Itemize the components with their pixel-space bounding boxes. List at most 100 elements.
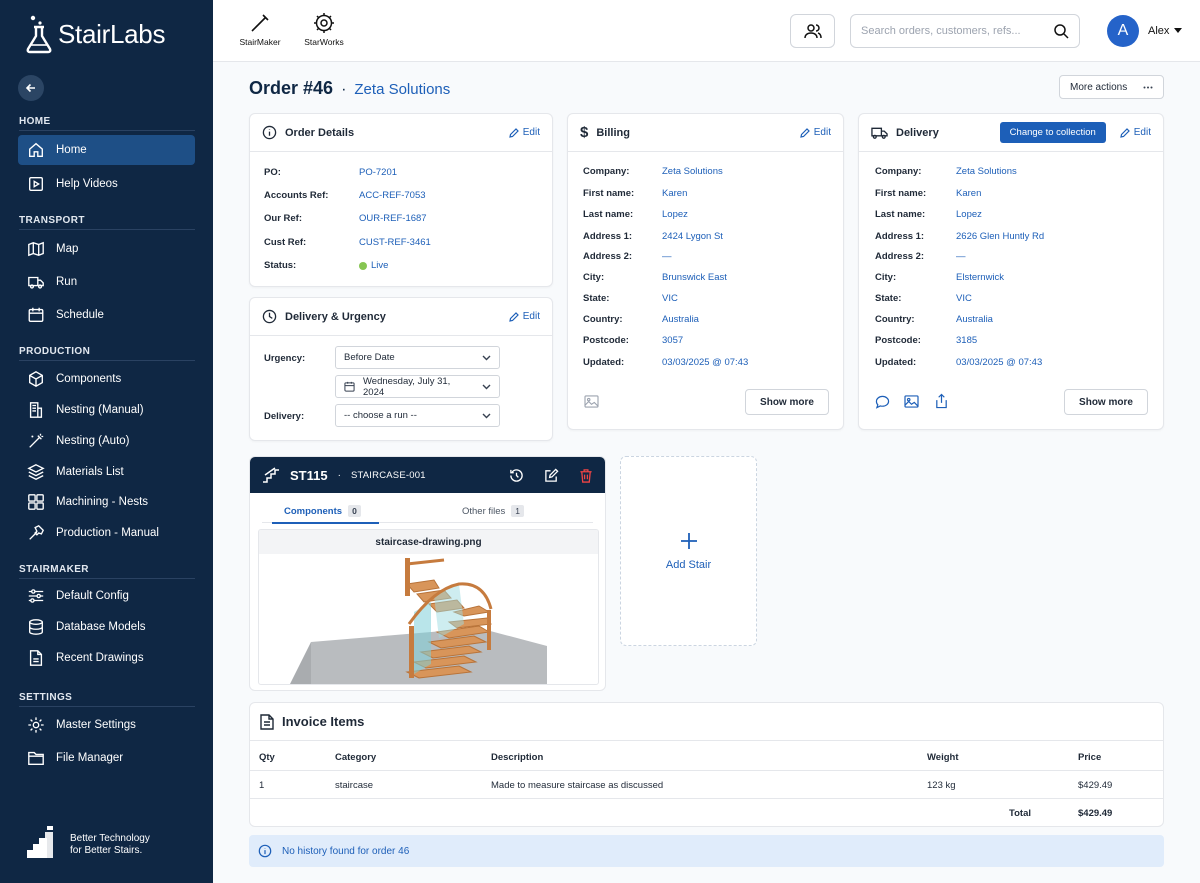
sidebar-item-components[interactable]: Components xyxy=(18,364,195,394)
image-icon[interactable] xyxy=(584,395,599,408)
sidebar-item-nesting-auto[interactable]: Nesting (Auto) xyxy=(18,426,195,456)
billing-show-more-button[interactable]: Show more xyxy=(745,389,829,415)
customers-button[interactable] xyxy=(790,14,835,48)
edit-order-details-button[interactable]: Edit xyxy=(509,127,540,138)
po-value[interactable]: PO-7201 xyxy=(359,167,397,178)
sidebar-item-master-settings[interactable]: Master Settings xyxy=(18,710,195,740)
truck-icon xyxy=(871,126,888,140)
status-text: Live xyxy=(371,260,389,271)
drawing-preview[interactable]: staircase-drawing.png xyxy=(258,529,599,685)
total-value: $429.49 xyxy=(1078,808,1113,819)
add-stair-button[interactable]: Add Stair xyxy=(620,456,757,646)
sidebar-item-production-manual[interactable]: Production - Manual xyxy=(18,518,195,548)
field-value: 2626 Glen Huntly Rd xyxy=(956,231,1045,242)
search-icon[interactable] xyxy=(1053,23,1069,39)
app-tab-label: StairMaker xyxy=(239,37,281,47)
divider xyxy=(19,706,195,707)
card-header: Invoice Items xyxy=(250,703,1163,741)
edit-billing-button[interactable]: Edit xyxy=(800,127,831,138)
sidebar-item-label: Help Videos xyxy=(56,178,118,190)
billing-card: $ Billing Edit Company: Zeta Solutions Fir… xyxy=(567,113,844,430)
chevron-down-icon xyxy=(482,355,491,361)
wand-icon xyxy=(26,431,46,451)
column-header: Qty xyxy=(259,752,275,763)
sidebar-item-schedule[interactable]: Schedule xyxy=(18,300,195,330)
history-notice: No history found for order 46 xyxy=(249,835,1164,867)
delivery-date-picker[interactable]: Wednesday, July 31, 2024 xyxy=(335,375,500,398)
sidebar-item-file-manager[interactable]: File Manager xyxy=(18,743,195,773)
edit-stair-icon[interactable] xyxy=(544,467,559,483)
tab-other-files[interactable]: Other files 1 xyxy=(462,505,525,517)
delivery-card: Delivery Change to collection Edit Compa… xyxy=(858,113,1164,430)
sidebar-item-machining-nests[interactable]: Machining - Nests xyxy=(18,487,195,517)
more-actions-button[interactable]: More actions xyxy=(1059,75,1164,99)
edit-delivery-button[interactable]: Edit xyxy=(1120,127,1151,138)
stairs-logo-icon xyxy=(27,826,55,858)
divider xyxy=(19,130,195,131)
field-label: State: xyxy=(875,293,902,304)
share-icon[interactable] xyxy=(934,393,949,409)
cust-ref-value[interactable]: CUST-REF-3461 xyxy=(359,237,431,248)
starworks-gear-icon xyxy=(313,12,335,34)
sidebar-item-recent-drawings[interactable]: Recent Drawings xyxy=(18,643,195,673)
collapse-sidebar-button[interactable] xyxy=(18,75,44,101)
field-label: City: xyxy=(875,272,897,283)
urgency-select[interactable]: Before Date xyxy=(335,346,500,369)
play-icon xyxy=(26,174,46,194)
field-label: Last name: xyxy=(583,209,634,220)
sidebar-item-nesting-manual[interactable]: Nesting (Manual) xyxy=(18,395,195,425)
database-icon xyxy=(26,617,46,637)
field-value: 3057 xyxy=(662,335,684,346)
order-details-list: PO: PO-7201 Accounts Ref: ACC-REF-7053 O… xyxy=(264,167,544,277)
pencil-icon xyxy=(509,311,519,322)
app-tab-starworks[interactable]: StarWorks xyxy=(299,12,349,47)
field-value: 3185 xyxy=(956,335,978,346)
field-value: — xyxy=(956,251,966,262)
add-stair-label: Add Stair xyxy=(665,559,712,571)
edit-urgency-button[interactable]: Edit xyxy=(509,311,540,322)
card-title: Delivery & Urgency xyxy=(285,310,386,323)
user-menu[interactable]: Alex xyxy=(1148,25,1183,37)
field-label: Address 1: xyxy=(875,231,925,242)
card-header: Order Details Edit xyxy=(250,114,552,152)
sidebar-item-home[interactable]: Home xyxy=(18,135,195,165)
field-value: Lopez xyxy=(956,209,982,220)
tab-components[interactable]: Components 0 xyxy=(284,505,361,517)
delete-stair-icon[interactable] xyxy=(579,468,593,483)
search-input[interactable] xyxy=(861,25,1046,37)
avatar[interactable]: A xyxy=(1107,15,1139,47)
our-ref-value[interactable]: OUR-REF-1687 xyxy=(359,213,427,224)
history-icon[interactable] xyxy=(509,468,524,483)
section-stairmaker-title: STAIRMAKER xyxy=(19,564,89,575)
delivery-run-select[interactable]: -- choose a run -- xyxy=(335,404,500,427)
field-label: Address 1: xyxy=(583,231,633,242)
edit-label: Edit xyxy=(1133,127,1151,138)
sidebar-item-help-videos[interactable]: Help Videos xyxy=(18,169,195,199)
layers-icon xyxy=(26,462,46,482)
card-header: Delivery Change to collection Edit xyxy=(859,114,1163,152)
sidebar-item-materials-list[interactable]: Materials List xyxy=(18,457,195,487)
field-value: Zeta Solutions xyxy=(956,166,1017,177)
stair-name: STAIRCASE-001 xyxy=(350,469,426,481)
change-to-collection-button[interactable]: Change to collection xyxy=(999,122,1106,143)
delivery-show-more-button[interactable]: Show more xyxy=(1064,389,1148,415)
edit-label: Edit xyxy=(522,127,540,138)
field-label: Company: xyxy=(583,166,630,177)
search-box[interactable] xyxy=(850,14,1080,48)
sidebar-item-label: Machining - Nests xyxy=(56,496,149,508)
field-value: 03/03/2025 @ 07:43 xyxy=(956,357,1043,368)
accounts-ref-value[interactable]: ACC-REF-7053 xyxy=(359,190,426,201)
customer-link[interactable]: Zeta Solutions xyxy=(354,81,450,98)
sidebar-item-database-models[interactable]: Database Models xyxy=(18,612,195,642)
stair-tabs: Components 0 Other files 1 xyxy=(262,501,593,524)
sidebar-item-default-config[interactable]: Default Config xyxy=(18,581,195,611)
sidebar-item-run[interactable]: Run xyxy=(18,267,195,297)
clock-icon xyxy=(262,309,277,324)
image-icon[interactable] xyxy=(904,395,919,408)
divider xyxy=(250,798,1163,799)
pencil-icon xyxy=(800,127,810,138)
brand-logo[interactable]: StairLabs xyxy=(24,14,165,54)
app-tab-stairmaker[interactable]: StairMaker xyxy=(235,12,285,47)
sidebar-item-map[interactable]: Map xyxy=(18,234,195,264)
comment-icon[interactable] xyxy=(875,395,890,409)
